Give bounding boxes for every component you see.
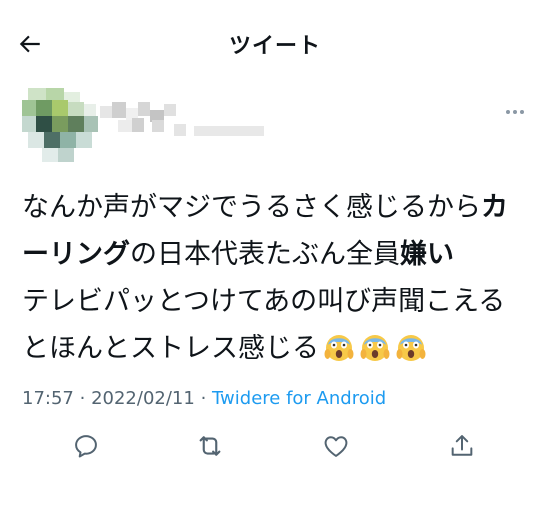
screaming-face-icon [324, 335, 354, 361]
avatar[interactable] [22, 88, 100, 166]
tweet-line: なんか声がマジでうるさく感じるからカ [22, 184, 532, 231]
tweet-text: なんか声がマジでうるさく感じるからカ ーリングの日本代表たぶん全員嫌い テレビパ… [22, 184, 532, 372]
meta-separator: · [79, 388, 86, 409]
more-icon-dot [513, 110, 517, 114]
tweet-line: テレビパッとつけてあの叫び声聞こえる [22, 278, 532, 325]
screaming-face-icon [360, 335, 390, 361]
like-button[interactable] [318, 428, 354, 464]
share-icon [451, 435, 473, 456]
comment-icon [75, 435, 97, 458]
tweet-source-link[interactable]: Twidere for Android [212, 388, 386, 409]
retweet-button[interactable] [192, 428, 228, 464]
heart-icon [324, 436, 348, 457]
tweet-text-segment: テレビパッとつけてあの叫び声聞こえる [22, 286, 506, 317]
tweet-meta: 17:57 · 2022/02/11 · Twidere for Android [22, 388, 386, 409]
top-bar: ツイート [0, 0, 550, 84]
tweet-line: とほんとストレス感じる [22, 325, 532, 372]
more-icon-dot [520, 110, 524, 114]
tweet-text-bold: ーリング [22, 239, 130, 270]
reply-button[interactable] [68, 428, 104, 464]
author-name[interactable] [100, 98, 264, 148]
share-button[interactable] [444, 428, 480, 464]
tweet-date: 2022/02/11 [91, 388, 195, 409]
tweet-text-segment: の日本代表たぶん全員 [130, 239, 400, 270]
more-icon [506, 110, 510, 114]
tweet-text-bold: カ [481, 192, 508, 223]
tweet-line: ーリングの日本代表たぶん全員嫌い [22, 231, 532, 278]
tweet-actions [0, 428, 550, 468]
tweet-text-segment: とほんとストレス感じる [22, 333, 319, 364]
tweet-text-segment: なんか声がマジでうるさく感じるから [22, 192, 481, 223]
screaming-face-icon [396, 335, 426, 361]
meta-separator: · [200, 388, 207, 409]
tweet-text-bold: 嫌い [400, 239, 454, 270]
author-row[interactable] [22, 88, 532, 166]
tweet-time: 17:57 [22, 388, 74, 409]
page-title: ツイート [228, 34, 321, 59]
retweet-icon [199, 436, 221, 456]
more-options-button[interactable] [500, 102, 530, 122]
